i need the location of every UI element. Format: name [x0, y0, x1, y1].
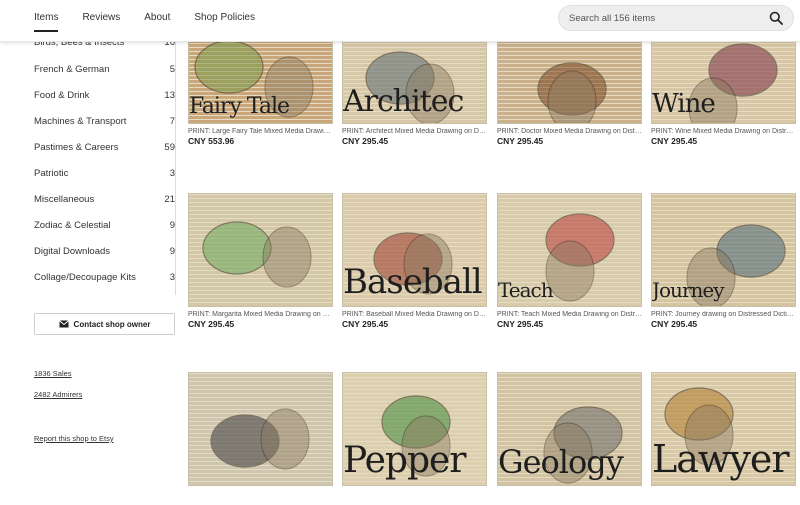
contact-shop-owner-label: Contact shop owner — [73, 319, 151, 329]
listing-image[interactable]: Geology — [497, 372, 642, 486]
listing-price: CNY 295.45 — [342, 319, 389, 329]
artwork-illustration — [210, 408, 310, 470]
category-item-french-german[interactable]: French & German 5 — [34, 64, 175, 80]
sales-link[interactable]: 1836 Sales — [34, 369, 72, 378]
shop-nav-bar: Items Reviews About Shop Policies — [0, 0, 800, 42]
tab-shop-policies[interactable]: Shop Policies — [194, 0, 255, 36]
listing-card[interactable]: Wine PRINT: Wine Mixed Media Drawing on D… — [651, 26, 796, 146]
listing-title[interactable]: PRINT: Wine Mixed Media Drawing on Distr… — [651, 128, 796, 135]
listing-image[interactable]: Pepper — [342, 372, 487, 486]
contact-shop-owner-button[interactable]: Contact shop owner — [34, 313, 175, 335]
sidebar-divider — [175, 42, 176, 295]
listing-card[interactable]: PRINT: Margarita Mixed Media Drawing on … — [188, 193, 333, 329]
listing-title[interactable]: PRINT: Architect Mixed Media Drawing on … — [342, 128, 487, 135]
listing-card[interactable]: Fairy Tale PRINT: Large Fairy Tale Mixed … — [188, 26, 333, 146]
listing-card[interactable]: Architec PRINT: Architect Mixed Media Dra… — [342, 26, 487, 146]
listing-image[interactable]: Lawyer — [651, 372, 796, 486]
artwork-word: Wine — [652, 89, 716, 119]
listing-card[interactable]: Pepper — [342, 372, 487, 486]
listing-title[interactable]: PRINT: Baseball Mixed Media Drawing on D… — [342, 311, 487, 318]
artwork-illustration — [202, 221, 312, 288]
listing-price: CNY 295.45 — [188, 319, 235, 329]
report-shop-link[interactable]: Report this shop to Etsy — [34, 434, 114, 443]
artwork-word: Baseball — [343, 262, 483, 302]
listing-card[interactable]: Teach PRINT: Teach Mixed Media Drawing on… — [497, 193, 642, 329]
listing-title[interactable]: PRINT: Doctor Mixed Media Drawing on Dis… — [497, 128, 642, 135]
listing-title[interactable]: PRINT: Large Fairy Tale Mixed Media Draw… — [188, 128, 333, 135]
listing-image[interactable]: Journey — [651, 193, 796, 307]
shop-search — [558, 5, 794, 31]
listing-image[interactable]: Baseball — [342, 193, 487, 307]
artwork-word: Journey — [652, 278, 725, 302]
listing-card[interactable]: PRINT: Doctor Mixed Media Drawing on Dis… — [497, 26, 642, 146]
category-item-zodiac-celestial[interactable]: Zodiac & Celestial 9 — [34, 220, 175, 236]
listing-card[interactable]: Journey PRINT: Journey drawing on Distres… — [651, 193, 796, 329]
listing-title[interactable]: PRINT: Margarita Mixed Media Drawing on … — [188, 311, 333, 318]
listing-price: CNY 553.96 — [188, 136, 235, 146]
listing-card[interactable] — [188, 372, 333, 486]
shop-tabs: Items Reviews About Shop Policies — [34, 0, 279, 36]
tab-about[interactable]: About — [144, 0, 170, 36]
listing-price: CNY 295.45 — [497, 136, 544, 146]
search-icon[interactable] — [769, 11, 783, 25]
listing-price: CNY 295.45 — [342, 136, 389, 146]
listing-title[interactable]: PRINT: Teach Mixed Media Drawing on Dist… — [497, 311, 642, 318]
artwork-word: Fairy Tale — [189, 94, 290, 119]
category-item-food-drink[interactable]: Food & Drink 13 — [34, 90, 175, 106]
artwork-word: Geology — [498, 443, 624, 481]
category-item-miscellaneous[interactable]: Miscellaneous 21 — [34, 194, 175, 210]
listing-card[interactable]: Geology — [497, 372, 642, 486]
category-item-collage-decoupage-kits[interactable]: Collage/Decoupage Kits 3 — [34, 272, 175, 288]
category-item-machines-transport[interactable]: Machines & Transport 7 — [34, 116, 175, 132]
listing-image[interactable] — [188, 372, 333, 486]
tab-items[interactable]: Items — [34, 0, 59, 36]
artwork-word: Architec — [343, 84, 464, 119]
artwork-word: Pepper — [343, 440, 467, 481]
tab-reviews[interactable]: Reviews — [82, 0, 120, 36]
listing-price: CNY 295.45 — [651, 136, 698, 146]
listing-price: CNY 295.45 — [651, 319, 698, 329]
artwork-word: Teach — [498, 278, 554, 302]
category-item-pastimes-careers[interactable]: Pastimes & Careers 59 — [34, 142, 175, 158]
envelope-icon — [58, 320, 69, 328]
listing-card[interactable]: Baseball PRINT: Baseball Mixed Media Draw… — [342, 193, 487, 329]
listing-card[interactable]: Lawyer — [651, 372, 796, 486]
search-input[interactable] — [569, 6, 759, 30]
admirers-link[interactable]: 2482 Admirers — [34, 390, 82, 399]
listing-title[interactable]: PRINT: Journey drawing on Distressed Dic… — [651, 311, 796, 318]
listing-image[interactable]: Teach — [497, 193, 642, 307]
artwork-word: Lawyer — [652, 437, 790, 481]
category-item-digital-downloads[interactable]: Digital Downloads 9 — [34, 246, 175, 262]
listing-image[interactable] — [188, 193, 333, 307]
category-item-patriotic[interactable]: Patriotic 3 — [34, 168, 175, 184]
listing-price: CNY 295.45 — [497, 319, 544, 329]
